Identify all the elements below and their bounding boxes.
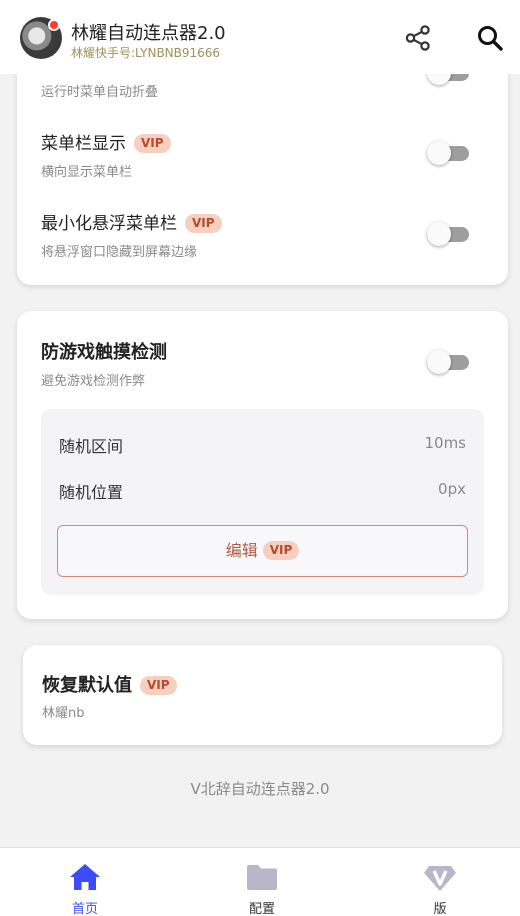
menu-fold-desc: 运行时菜单自动折叠	[41, 85, 159, 100]
app-title: 林耀自动连点器2.0	[71, 23, 226, 44]
bottom-nav: 首页 配置 版	[0, 847, 520, 916]
edit-button[interactable]: 编辑 VIP	[57, 525, 468, 577]
anti-detect-title: 防游戏触摸检测	[41, 342, 167, 363]
random-position-label: 随机位置	[59, 483, 124, 502]
nav-label-config: 配置	[248, 902, 275, 916]
home-icon	[70, 864, 100, 890]
random-position-value: 0px	[438, 480, 466, 498]
edit-button-label: 编辑	[225, 541, 258, 560]
share-icon[interactable]	[404, 24, 432, 52]
vip-badge: VIP	[140, 676, 177, 695]
vip-badge: VIP	[134, 134, 171, 153]
minimize-float-menu-title: 最小化悬浮菜单栏 VIP	[41, 209, 222, 234]
toggle-knob	[427, 350, 451, 374]
menu-settings-card: 运行时菜单自动折叠 菜单栏显示 VIP 横向显示菜单栏 最小化悬浮菜单栏 VIP 将…	[17, 40, 508, 285]
minimize-float-menu-desc: 将悬浮窗口隐藏到屏幕边缘	[41, 245, 198, 260]
search-icon[interactable]	[476, 24, 504, 52]
footer-version-text: V北辞自动连点器2.0	[190, 780, 330, 798]
folder-icon	[247, 865, 277, 890]
app-subtitle: 林耀快手号:LYNBNB91666	[71, 46, 221, 60]
nav-label-home: 首页	[71, 902, 98, 916]
nav-item-home[interactable]: 首页	[35, 848, 135, 916]
toggle-knob	[427, 222, 451, 246]
anti-detect-toggle[interactable]	[427, 349, 471, 375]
nav-item-config[interactable]: 配置	[212, 848, 312, 916]
app-header: 林耀自动连点器2.0 林耀快手号:LYNBNB91666	[0, 0, 520, 74]
minimize-float-menu-label: 最小化悬浮菜单栏	[41, 214, 177, 234]
nav-label-version: 版	[433, 902, 447, 916]
vip-badge: VIP	[185, 214, 222, 233]
minimize-float-menu-toggle[interactable]	[427, 221, 471, 247]
reset-defaults-label: 恢复默认值	[42, 675, 132, 696]
menu-bar-display-desc: 横向显示菜单栏	[41, 165, 133, 180]
menu-bar-display-label: 菜单栏显示	[41, 134, 126, 154]
v-diamond-icon	[424, 866, 456, 891]
anti-detect-desc: 避免游戏检测作弊	[41, 374, 146, 389]
vip-badge: VIP	[262, 541, 300, 560]
reset-defaults-card[interactable]: 恢复默认值 VIP 林耀nb	[23, 645, 502, 745]
random-interval-label: 随机区间	[59, 437, 124, 456]
reset-defaults-desc: 林耀nb	[42, 706, 85, 721]
menu-bar-display-title: 菜单栏显示 VIP	[41, 129, 171, 154]
menu-bar-display-toggle[interactable]	[427, 140, 471, 166]
toggle-knob	[427, 141, 451, 165]
anti-detect-settings-panel: 随机区间 10ms 随机位置 0px 编辑 VIP	[41, 409, 484, 595]
reset-defaults-title: 恢复默认值 VIP	[42, 671, 177, 697]
notification-dot	[48, 19, 60, 31]
nav-item-version[interactable]: 版	[390, 848, 490, 916]
anti-detect-card: 防游戏触摸检测 避免游戏检测作弊 随机区间 10ms 随机位置 0px 编辑 VI…	[17, 311, 508, 619]
random-interval-value: 10ms	[424, 434, 466, 452]
